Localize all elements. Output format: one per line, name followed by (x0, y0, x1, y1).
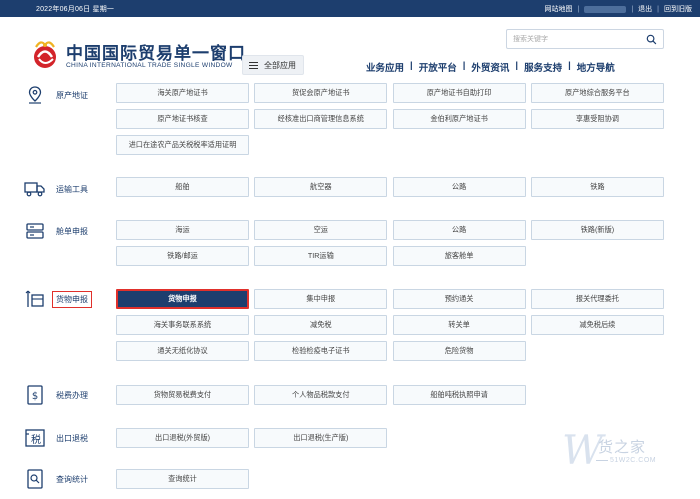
separator: | (631, 5, 634, 13)
app-button[interactable]: 进口在途农产品关税税率适用证明 (116, 135, 249, 155)
app-button[interactable]: 铁路(新版) (530, 220, 664, 240)
app-button[interactable]: 海关事务联系系统 (116, 315, 249, 335)
app-button[interactable]: 海关原产地证书 (116, 83, 249, 103)
app-button[interactable]: 预约通关 (392, 289, 526, 309)
old-version-link[interactable]: 回到旧版 (664, 4, 692, 14)
app-button[interactable]: 贸促会原产地证书 (254, 83, 388, 103)
watermark-brand: 货之家 (598, 438, 647, 456)
category-label: 出口退税 (56, 433, 88, 443)
main-nav: 业务应用 | 开放平台 | 外贸资讯 | 服务支持 | 地方导航 (360, 60, 621, 74)
category-buttons: 海运 空运 公路 铁路(新版) 铁路/邮运 TIR运输 旅客舱单 (116, 220, 665, 266)
app-button[interactable]: 个人物品税款支付 (254, 385, 388, 405)
manifest-icon (24, 222, 46, 240)
app-button-selected[interactable]: 货物申报 (116, 289, 249, 309)
app-button[interactable]: TIR运输 (254, 246, 388, 266)
app-button[interactable]: 出口退税(生产版) (254, 428, 388, 448)
app-button[interactable]: 检验检疫电子证书 (254, 341, 388, 361)
app-button[interactable]: 享惠受阻协调 (530, 109, 664, 129)
app-button[interactable]: 查询统计 (116, 469, 249, 489)
app-button[interactable]: 原产地综合服务平台 (530, 83, 664, 103)
menu-icon (249, 60, 258, 71)
all-apps-button[interactable]: 全部应用 (242, 55, 304, 75)
category-label: 货物申报 (52, 290, 92, 308)
app-button[interactable]: 航空器 (254, 177, 388, 197)
site-subtitle: CHINA INTERNATIONAL TRADE SINGLE WINDOW (66, 62, 233, 69)
app-button[interactable]: 公路 (392, 220, 526, 240)
top-links: 网站地图 | | 退出 | 回到旧版 (545, 4, 692, 14)
site-header: 中国国际贸易单一窗口 CHINA INTERNATIONAL TRADE SIN… (0, 17, 700, 87)
category-label: 查询统计 (56, 474, 88, 484)
category-header: $ 税费办理 (24, 385, 88, 405)
app-button[interactable]: 集中申报 (254, 289, 388, 309)
separator: | (577, 5, 580, 13)
search-icon[interactable] (646, 34, 657, 45)
top-bar: 2022年06月06日 星期一 网站地图 | | 退出 | 回到旧版 (0, 0, 700, 17)
site-title: 中国国际贸易单一窗口 (66, 44, 246, 64)
nav-trade-news[interactable]: 外贸资讯 (465, 60, 515, 74)
tax-refund-icon: 税 (24, 429, 46, 447)
watermark-url: 51W2C.COM (610, 457, 657, 464)
category-header: 查询统计 (24, 469, 88, 489)
logout-link[interactable]: 退出 (638, 4, 652, 14)
category-buttons: 海关原产地证书 贸促会原产地证书 原产地证书自助打印 原产地综合服务平台 原产地… (116, 83, 665, 155)
app-button[interactable]: 原产地证书自助打印 (392, 83, 526, 103)
app-button[interactable]: 铁路/邮运 (116, 246, 249, 266)
category-header: 舱单申报 (24, 222, 88, 240)
app-button[interactable]: 经核准出口商管理信息系统 (254, 109, 388, 129)
goods-declaration-icon (24, 290, 46, 308)
search-input[interactable] (513, 33, 638, 45)
nav-business-apps[interactable]: 业务应用 (360, 60, 410, 74)
app-button[interactable]: 通关无纸化协议 (116, 341, 249, 361)
watermark-logo: W (562, 428, 604, 474)
app-button[interactable]: 海运 (116, 220, 249, 240)
watermark: W 货之家 51W2C.COM (560, 424, 692, 476)
category-label: 运输工具 (56, 184, 88, 194)
truck-icon (24, 180, 46, 198)
app-button[interactable]: 转关单 (392, 315, 526, 335)
app-button[interactable]: 减免税 (254, 315, 388, 335)
nav-service-support[interactable]: 服务支持 (518, 60, 568, 74)
site-logo[interactable] (28, 37, 62, 71)
category-buttons: 货物贸易税费支付 个人物品税款支付 船舶吨税执照申请 (116, 385, 665, 405)
app-button[interactable]: 危险货物 (392, 341, 526, 361)
category-label: 原产地证 (56, 90, 88, 100)
nav-open-platform[interactable]: 开放平台 (413, 60, 463, 74)
app-button[interactable]: 空运 (254, 220, 388, 240)
tax-icon: $ (24, 385, 46, 405)
query-icon (24, 469, 46, 489)
app-button[interactable]: 原产地证书核查 (116, 109, 249, 129)
category-label: 税费办理 (56, 390, 88, 400)
app-button[interactable]: 旅客舱单 (392, 246, 526, 266)
app-button[interactable]: 铁路 (530, 177, 664, 197)
all-apps-label: 全部应用 (264, 60, 296, 70)
sitemap-link[interactable]: 网站地图 (545, 4, 573, 14)
app-button[interactable]: 报关代理委托 (530, 289, 664, 309)
current-date: 2022年06月06日 星期一 (36, 6, 115, 13)
watermark-divider (596, 460, 608, 461)
nav-local-navigation[interactable]: 地方导航 (571, 60, 621, 74)
app-button[interactable]: 减免税后续 (530, 315, 664, 335)
app-button[interactable]: 公路 (392, 177, 526, 197)
separator: | (657, 5, 659, 13)
category-header: 运输工具 (24, 180, 88, 198)
category-header: 货物申报 (24, 290, 92, 308)
category-buttons: 船舶 航空器 公路 铁路 (116, 177, 665, 197)
svg-text:$: $ (32, 391, 38, 402)
app-button[interactable]: 金伯利原产地证书 (392, 109, 526, 129)
search-box (506, 29, 664, 49)
category-header: 税 出口退税 (24, 429, 88, 447)
location-pin-icon (24, 86, 46, 104)
app-button[interactable]: 出口退税(外贸版) (116, 428, 249, 448)
category-label: 舱单申报 (56, 226, 88, 236)
app-button[interactable]: 船舶吨税执照申请 (392, 385, 526, 405)
category-buttons: 货物申报 集中申报 预约通关 报关代理委托 海关事务联系系统 减免税 转关单 减… (116, 289, 665, 361)
app-button[interactable]: 货物贸易税费支付 (116, 385, 249, 405)
app-button[interactable]: 船舶 (116, 177, 249, 197)
category-header: 原产地证 (24, 86, 88, 104)
svg-text:税: 税 (31, 433, 41, 446)
username-redacted (584, 5, 627, 13)
